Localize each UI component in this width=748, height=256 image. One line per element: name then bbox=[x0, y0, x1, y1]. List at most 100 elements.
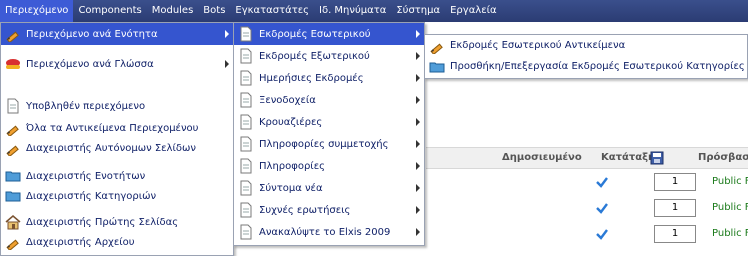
menu-modules[interactable]: Modules bbox=[147, 0, 199, 22]
document-icon bbox=[240, 26, 252, 42]
published-check-icon[interactable] bbox=[596, 202, 608, 214]
table-header: Δημοσιευμένο Κατάταξη Πρόσβασ bbox=[426, 147, 748, 169]
menu1-label: Διαχειριστής Αυτόνομων Σελίδων bbox=[26, 142, 196, 154]
menu1-item-category-manager[interactable]: Διαχειριστής Κατηγοριών bbox=[1, 185, 233, 207]
menu1-item-submitted-content[interactable]: Υποβληθέν περιεχόμενο bbox=[1, 95, 233, 117]
menu-content[interactable]: Περιεχόμενο bbox=[0, 0, 74, 22]
table-row: 1 Public Fronte bbox=[426, 222, 748, 246]
menu1-label: Περιεχόμενο ανά Ενότητα bbox=[26, 28, 158, 40]
menu1-label: Διαχειριστής Ενοτήτων bbox=[26, 170, 146, 182]
language-icon bbox=[6, 59, 20, 69]
published-check-icon[interactable] bbox=[596, 228, 608, 240]
access-link[interactable]: Public Fronte bbox=[712, 222, 748, 246]
document-icon bbox=[7, 98, 19, 114]
submenu-arrow-icon bbox=[416, 206, 420, 214]
menu2-item[interactable]: Ξενοδοχεία bbox=[234, 89, 424, 111]
access-link[interactable]: Public Fronte bbox=[712, 196, 748, 220]
save-order-icon[interactable] bbox=[650, 151, 664, 165]
submenu-arrow-icon bbox=[416, 52, 420, 60]
menu2-item[interactable]: Συχνές ερωτήσεις bbox=[234, 199, 424, 221]
published-header[interactable]: Δημοσιευμένο bbox=[502, 148, 582, 168]
menu3-item-items[interactable]: Εκδρομές Εσωτερικού Αντικείμενα bbox=[425, 35, 747, 56]
menu2-item[interactable]: Πληροφορίες bbox=[234, 155, 424, 177]
order-input[interactable]: 1 bbox=[654, 225, 696, 243]
menu2-label: Ανακαλύψτε το Elxis 2009 bbox=[259, 226, 391, 238]
menu-system[interactable]: Σύστημα bbox=[391, 0, 445, 22]
menu1-item-static-pages[interactable]: Διαχειριστής Αυτόνομων Σελίδων bbox=[1, 137, 233, 159]
menu3-item-categories[interactable]: Προσθήκη/Επεξεργασία Εκδρομές Εσωτερικού… bbox=[425, 56, 747, 77]
folder-icon bbox=[429, 62, 445, 72]
menu2-label: Εκδρομές Εσωτερικού bbox=[259, 28, 371, 40]
access-link[interactable]: Public Fronte bbox=[712, 170, 748, 194]
published-check-icon[interactable] bbox=[596, 176, 608, 188]
menu2-item[interactable]: Εκδρομές Εσωτερικού bbox=[234, 23, 424, 45]
domestic-trips-submenu: Εκδρομές Εσωτερικού Αντικείμενα Προσθήκη… bbox=[424, 34, 748, 79]
menu1-label: Διαχειριστής Κατηγοριών bbox=[26, 190, 157, 202]
submenu-arrow-icon bbox=[416, 228, 420, 236]
pencil-icon bbox=[6, 125, 19, 136]
menu1-item-section-manager[interactable]: Διαχειριστής Ενοτήτων bbox=[1, 165, 233, 187]
document-icon bbox=[240, 224, 252, 240]
menu1-label: Διαχειριστής Αρχείου bbox=[26, 236, 135, 248]
pencil-icon bbox=[6, 239, 19, 250]
submenu-arrow-icon bbox=[416, 184, 420, 192]
pencil-icon bbox=[6, 145, 19, 156]
home-icon bbox=[5, 215, 21, 230]
document-icon bbox=[240, 92, 252, 108]
menu2-item[interactable]: Σύντομα νέα bbox=[234, 177, 424, 199]
submenu-arrow-icon bbox=[225, 60, 229, 68]
menu2-item[interactable]: Ημερήσιες Εκδρομές bbox=[234, 67, 424, 89]
menu1-item-content-by-language[interactable]: Περιεχόμενο ανά Γλώσσα bbox=[1, 45, 233, 83]
menu1-item-frontpage-manager[interactable]: Διαχειριστής Πρώτης Σελίδας bbox=[1, 211, 233, 233]
menu-tools[interactable]: Εργαλεία bbox=[445, 0, 501, 22]
menu-private-messages[interactable]: Ιδ. Μηνύματα bbox=[314, 0, 391, 22]
order-input[interactable]: 1 bbox=[654, 199, 696, 217]
submenu-arrow-icon bbox=[416, 96, 420, 104]
submenu-arrow-icon bbox=[416, 140, 420, 148]
document-icon bbox=[240, 136, 252, 152]
menu2-label: Συχνές ερωτήσεις bbox=[259, 204, 351, 216]
menu2-label: Ξενοδοχεία bbox=[259, 94, 316, 106]
menu2-item[interactable]: Εκδρομές Εξωτερικού bbox=[234, 45, 424, 67]
document-icon bbox=[240, 70, 252, 86]
submenu-arrow-icon bbox=[416, 74, 420, 82]
document-icon bbox=[240, 180, 252, 196]
order-input[interactable]: 1 bbox=[654, 173, 696, 191]
pencil-icon bbox=[6, 31, 19, 42]
menu2-label: Εκδρομές Εξωτερικού bbox=[259, 50, 370, 62]
pencil-icon bbox=[430, 43, 443, 54]
menu3-label: Εκδρομές Εσωτερικού Αντικείμενα bbox=[450, 40, 626, 51]
menu2-label: Σύντομα νέα bbox=[259, 182, 323, 194]
table-row: 1 Public Fronte bbox=[426, 196, 748, 220]
sections-submenu: Εκδρομές Εσωτερικού Εκδρομές Εξωτερικού … bbox=[233, 22, 425, 246]
access-header[interactable]: Πρόσβασ bbox=[698, 148, 748, 168]
content-dropdown: Περιεχόμενο ανά Ενότητα Περιεχόμενο ανά … bbox=[0, 22, 234, 256]
menu1-label: Όλα τα Αντικείμενα Περιεχομένου bbox=[26, 122, 199, 134]
main-menubar: Περιεχόμενο Components Modules Bots Εγκα… bbox=[0, 0, 748, 22]
menu2-label: Ημερήσιες Εκδρομές bbox=[259, 72, 364, 84]
menu-bots[interactable]: Bots bbox=[198, 0, 230, 22]
menu1-item-all-content[interactable]: Όλα τα Αντικείμενα Περιεχομένου bbox=[1, 117, 233, 139]
submenu-arrow-icon bbox=[225, 30, 229, 38]
menu-installers[interactable]: Εγκαταστάτες bbox=[230, 0, 314, 22]
menu2-label: Κρουαζιέρες bbox=[259, 116, 323, 128]
document-icon bbox=[240, 202, 252, 218]
menu1-item-archive-manager[interactable]: Διαχειριστής Αρχείου bbox=[1, 231, 233, 253]
document-icon bbox=[240, 158, 252, 174]
menu1-label: Περιεχόμενο ανά Γλώσσα bbox=[26, 58, 154, 70]
menu1-item-content-by-section[interactable]: Περιεχόμενο ανά Ενότητα bbox=[1, 23, 233, 45]
menu-components[interactable]: Components bbox=[73, 0, 146, 22]
folder-icon bbox=[5, 171, 21, 182]
menu2-item[interactable]: Ανακαλύψτε το Elxis 2009 bbox=[234, 221, 424, 243]
menu1-label: Υποβληθέν περιεχόμενο bbox=[26, 100, 146, 112]
menu3-label: Προσθήκη/Επεξεργασία Εκδρομές Εσωτερικού… bbox=[450, 61, 745, 72]
menu2-item[interactable]: Πληροφορίες συμμετοχής bbox=[234, 133, 424, 155]
table-row: 1 Public Fronte bbox=[426, 170, 748, 194]
order-header[interactable]: Κατάταξη bbox=[601, 148, 655, 168]
submenu-arrow-icon bbox=[416, 162, 420, 170]
menu2-label: Πληροφορίες συμμετοχής bbox=[259, 138, 389, 150]
folder-icon bbox=[5, 191, 21, 202]
menu2-item[interactable]: Κρουαζιέρες bbox=[234, 111, 424, 133]
menu2-label: Πληροφορίες bbox=[259, 160, 325, 172]
submenu-arrow-icon bbox=[416, 118, 420, 126]
